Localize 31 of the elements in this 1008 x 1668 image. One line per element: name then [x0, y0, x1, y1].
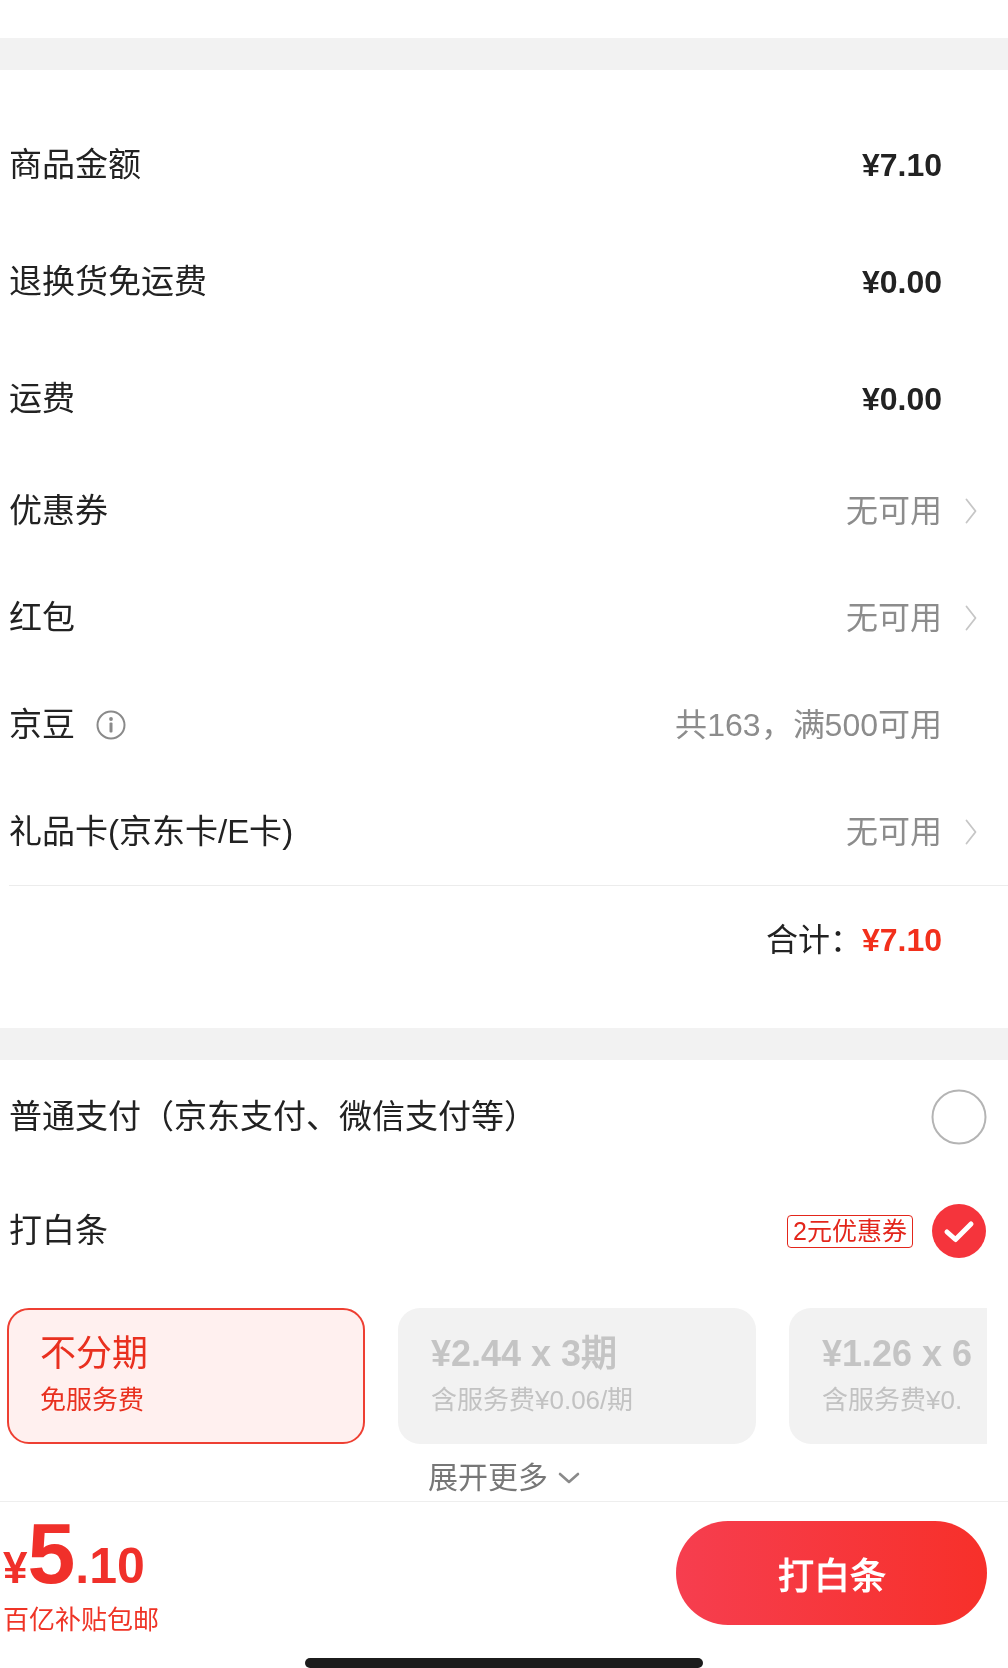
subsidy-text: 百亿补贴包邮: [3, 1604, 159, 1636]
radio-button[interactable]: [931, 1203, 987, 1259]
pay-button[interactable]: 打白条: [676, 1521, 987, 1625]
row-value: 无可用: [846, 812, 942, 852]
chevron-down-icon: [558, 1472, 580, 1484]
row-label: 优惠券: [9, 490, 108, 531]
row-value: 无可用: [846, 598, 942, 638]
row-label: 红包: [9, 597, 75, 638]
coupon-tag: 2元优惠券: [787, 1214, 913, 1248]
chevron-right-icon[interactable]: [965, 497, 977, 524]
row-label: 退换货免运费: [9, 261, 207, 302]
payment-method-label: 普通支付（京东支付、微信支付等）: [9, 1097, 537, 1137]
row-value: ¥7.10: [861, 145, 942, 185]
total-label: 合计：: [765, 921, 862, 960]
row-value: ¥0.00: [861, 262, 942, 302]
chevron-right-icon[interactable]: [965, 604, 977, 631]
info-icon[interactable]: [96, 709, 126, 740]
payment-method-label: 打白条: [9, 1211, 108, 1251]
row-value: ¥0.00: [861, 379, 942, 419]
installment-option[interactable]: 不分期 免服务费: [7, 1308, 365, 1444]
row-label: 运费: [9, 378, 75, 419]
row-label: 礼品卡(京东卡/E卡): [9, 811, 294, 852]
chevron-right-icon[interactable]: [965, 818, 977, 845]
expand-more-link[interactable]: 展开更多: [428, 1460, 580, 1496]
radio-button[interactable]: [931, 1089, 987, 1145]
total-amount: ¥7.10: [861, 921, 942, 960]
row-value: 无可用: [846, 491, 942, 531]
row-value: 共163，满500可用: [675, 705, 942, 745]
row-label: 京豆: [9, 704, 75, 745]
row-label: 商品金额: [9, 144, 141, 185]
price-amount: ¥5.10: [3, 1510, 145, 1596]
